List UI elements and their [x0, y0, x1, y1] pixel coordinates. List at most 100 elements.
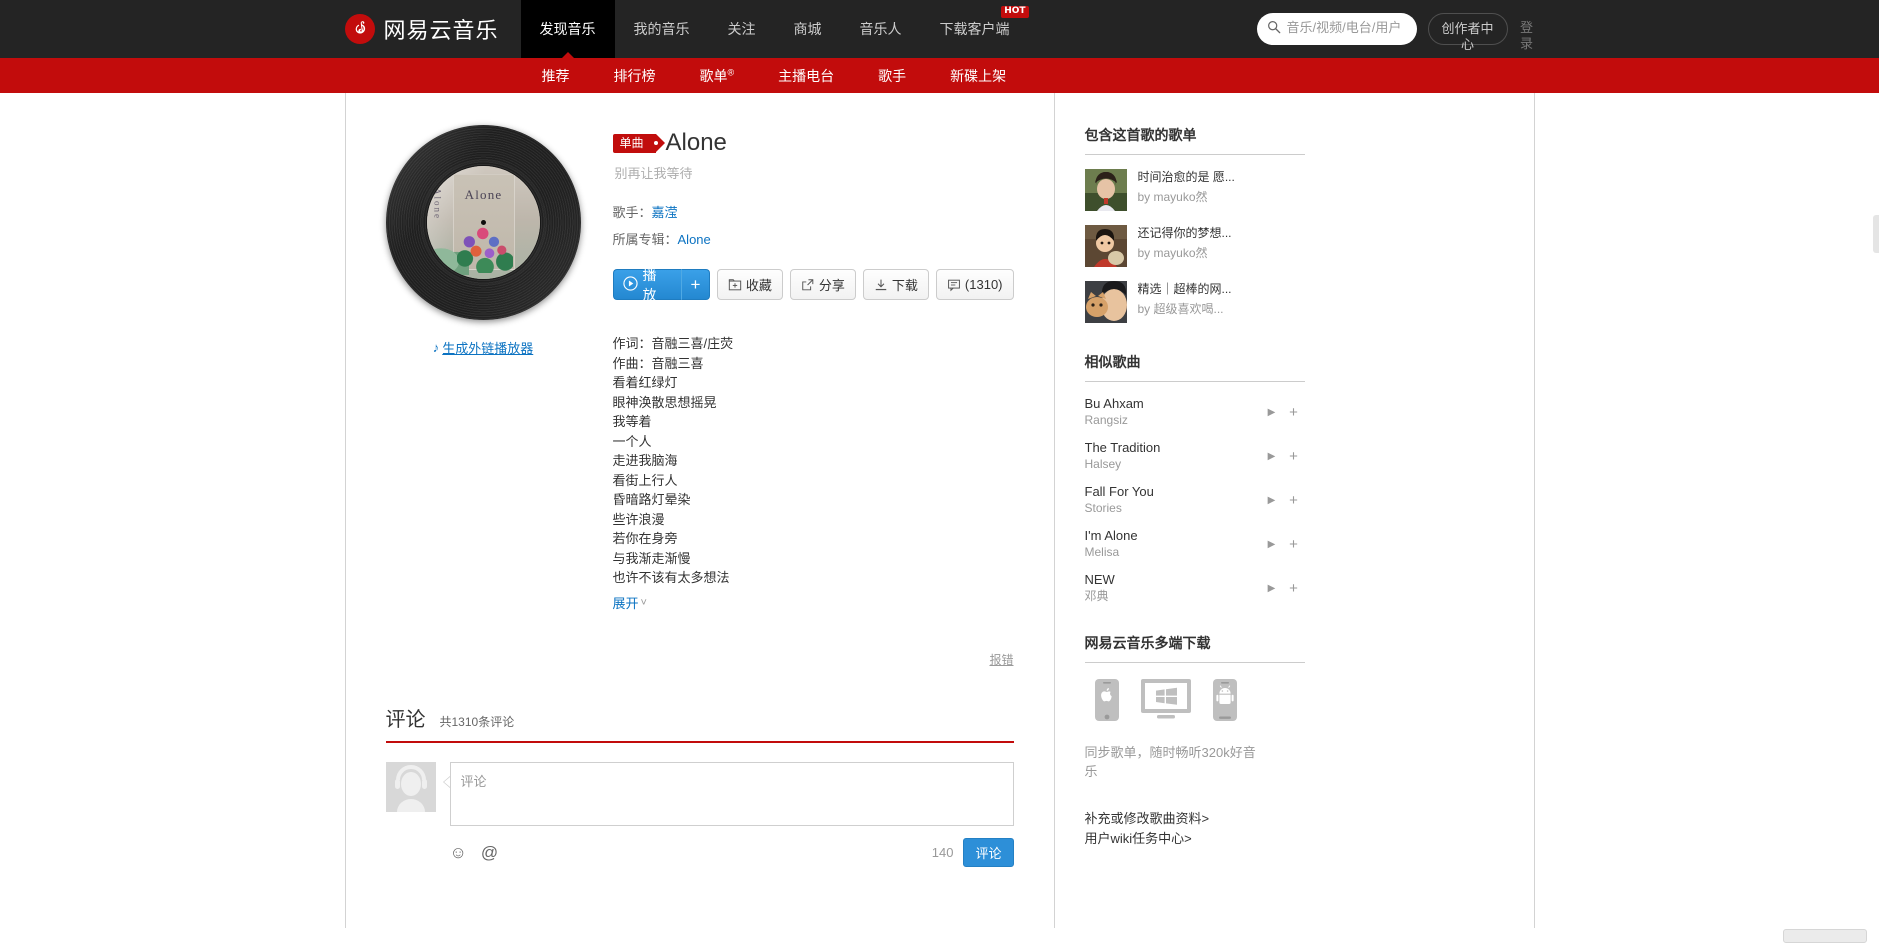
- play-button-group: 播放 +: [612, 267, 710, 303]
- list-item[interactable]: The Tradition Halsey ▶ +: [1085, 440, 1305, 472]
- similar-song-artist: Stories: [1084, 501, 1122, 515]
- netease-music-logo-icon: [344, 14, 375, 44]
- lyric-line: 些许浪漫: [612, 511, 665, 527]
- song-header: Alone Alone ♪ 生成外链播放器 单曲 Alone 别再让我等待 歌手…: [385, 125, 1014, 669]
- list-item[interactable]: NEW 邓典 ▶ +: [1085, 572, 1305, 604]
- comment-input[interactable]: 评论: [449, 762, 1014, 826]
- comment-count-button[interactable]: (1310): [935, 269, 1014, 300]
- playlist-name: 精选｜超棒的网...: [1137, 282, 1232, 296]
- nav-item-musician[interactable]: 音乐人: [841, 0, 921, 58]
- subnav-item-ranking[interactable]: 排行榜: [592, 66, 678, 86]
- nav-item-download-client[interactable]: 下载客户端 HOT: [921, 0, 1029, 58]
- list-item[interactable]: I'm Alone Melisa ▶ +: [1085, 528, 1305, 560]
- lyric-line: 走进我脑海: [612, 453, 678, 468]
- subnav-item-artists[interactable]: 歌手: [856, 66, 928, 86]
- cover-flowers-decor: [456, 221, 513, 273]
- download-icons-row: [1087, 677, 1305, 728]
- playlists-title: 包含这首歌的歌单: [1084, 125, 1305, 155]
- wiki-links: 补充或修改歌曲资料> 用户wiki任务中心>: [1085, 809, 1305, 849]
- artist-label: 歌手：: [612, 205, 652, 220]
- add-icon[interactable]: +: [1283, 492, 1305, 509]
- expand-lyrics-button[interactable]: 展开 ˅: [613, 594, 647, 614]
- add-icon[interactable]: +: [1283, 448, 1305, 465]
- similar-song-artist: Rangsiz: [1084, 413, 1128, 427]
- emoji-icon[interactable]: ☺: [450, 843, 467, 863]
- avatar: [385, 762, 436, 812]
- collect-button[interactable]: 收藏: [716, 269, 783, 300]
- artist-link[interactable]: 嘉滢: [652, 205, 678, 220]
- lyric-line: 作曲：音融三喜: [612, 355, 704, 371]
- play-icon[interactable]: ▶: [1261, 583, 1283, 594]
- comments-section: 评论 共1310条评论 评论 ☺ @ 140 评论: [385, 703, 1014, 867]
- user-wiki-task-center-link[interactable]: 用户wiki任务中心>: [1085, 829, 1305, 849]
- nav-label: 我的音乐: [633, 21, 690, 37]
- song-title-row: 单曲 Alone: [612, 129, 1014, 157]
- play-button[interactable]: 播放: [612, 267, 682, 303]
- windows-desktop-icon[interactable]: [1139, 677, 1193, 728]
- add-icon[interactable]: +: [1283, 580, 1305, 597]
- submit-comment-button[interactable]: 评论: [963, 838, 1014, 867]
- nav-label: 关注: [727, 21, 756, 37]
- list-item[interactable]: 时间治愈的是 愿... by mayuko然: [1084, 169, 1305, 211]
- lyric-line: 昏暗路灯晕染: [612, 492, 691, 507]
- list-item[interactable]: Fall For You Stories ▶ +: [1085, 484, 1305, 516]
- sidebar: 包含这首歌的歌单 时间治愈的是 愿... by mayuko然 还记得你的梦想.…: [1055, 93, 1305, 946]
- album-link[interactable]: Alone: [678, 232, 711, 247]
- share-button[interactable]: 分享: [789, 269, 856, 300]
- search-input[interactable]: 音乐/视频/电台/用户: [1256, 13, 1417, 45]
- nav-label: 下载客户端: [939, 21, 1010, 37]
- multiplatform-download-block: 网易云音乐多端下载 同步歌单，随时畅听320k好音乐 补充或修改歌曲资料> 用户…: [1084, 633, 1305, 849]
- generate-outlink-player-link[interactable]: 生成外链播放器: [442, 338, 533, 357]
- similar-song-name: NEW: [1084, 572, 1115, 587]
- bottom-status-tab[interactable]: [1783, 929, 1867, 943]
- nav-item-following[interactable]: 关注: [709, 0, 775, 58]
- main-nav: 发现音乐 我的音乐 关注 商城 音乐人 下载客户端 HOT: [520, 0, 1029, 58]
- lyric-line: 若你在身旁: [612, 531, 678, 546]
- add-to-playlist-button[interactable]: +: [681, 269, 710, 300]
- list-item[interactable]: Bu Ahxam Rangsiz ▶ +: [1085, 396, 1305, 428]
- download-button[interactable]: 下载: [862, 269, 929, 300]
- nav-item-discover[interactable]: 发现音乐: [520, 0, 615, 58]
- list-item[interactable]: 精选｜超棒的网... by 超级喜欢喝...: [1084, 281, 1305, 323]
- play-icon[interactable]: ▶: [1261, 539, 1283, 550]
- report-error-link[interactable]: 报错: [989, 653, 1013, 667]
- subnav-item-new-albums[interactable]: 新碟上架: [928, 66, 1028, 86]
- playlist-cover-icon: [1084, 281, 1127, 323]
- add-icon[interactable]: +: [1283, 404, 1305, 421]
- android-phone-icon[interactable]: [1205, 677, 1245, 728]
- comment-count-label: (1310): [964, 277, 1003, 292]
- site-logo[interactable]: 网易云音乐: [344, 0, 521, 58]
- subnav-item-radio[interactable]: 主播电台: [756, 66, 856, 86]
- playlist-name: 时间治愈的是 愿...: [1137, 170, 1235, 184]
- add-icon[interactable]: +: [1283, 536, 1305, 553]
- subnav-item-playlist[interactable]: 歌单®: [678, 66, 757, 86]
- subnav-item-recommend[interactable]: 推荐: [520, 66, 592, 86]
- collect-label: 收藏: [745, 278, 772, 293]
- list-item[interactable]: 还记得你的梦想... by mayuko然: [1084, 225, 1305, 267]
- play-icon[interactable]: ▶: [1261, 495, 1283, 506]
- cover-side-text: Alone: [432, 188, 443, 220]
- scrollbar-handle[interactable]: [1873, 215, 1879, 253]
- apple-iphone-icon[interactable]: [1087, 677, 1127, 728]
- lyrics-block: 作词：音融三喜/庄荧 作曲：音融三喜 看着红绿灯 眼神涣散思想摇晃 我等着 一个…: [613, 334, 1014, 613]
- login-link[interactable]: 登录: [1519, 13, 1535, 52]
- playlists-block: 包含这首歌的歌单 时间治愈的是 愿... by mayuko然 还记得你的梦想.…: [1084, 125, 1305, 323]
- edit-song-info-link[interactable]: 补充或修改歌曲资料>: [1085, 809, 1305, 829]
- subnav-label: 排行榜: [613, 67, 656, 84]
- comment-toolbar: ☺ @ 140 评论: [450, 838, 1014, 867]
- similar-song-name: Bu Ahxam: [1084, 396, 1144, 411]
- share-label: 分享: [818, 278, 845, 293]
- album-label: 所属专辑：: [612, 232, 678, 247]
- nav-item-store[interactable]: 商城: [775, 0, 841, 58]
- vinyl-record[interactable]: Alone Alone: [385, 125, 581, 320]
- play-icon[interactable]: ▶: [1261, 407, 1283, 418]
- creator-center-button[interactable]: 创作者中心: [1427, 13, 1508, 52]
- nav-item-my-music[interactable]: 我的音乐: [615, 0, 709, 58]
- similar-song-name: The Tradition: [1084, 440, 1161, 455]
- at-mention-icon[interactable]: @: [481, 843, 498, 863]
- play-icon[interactable]: ▶: [1261, 451, 1283, 462]
- subnav-label: 新碟上架: [950, 67, 1007, 84]
- download-icon: [874, 278, 888, 292]
- lyric-line: 我等着: [612, 414, 652, 429]
- cover-column: Alone Alone ♪ 生成外链播放器: [385, 125, 592, 669]
